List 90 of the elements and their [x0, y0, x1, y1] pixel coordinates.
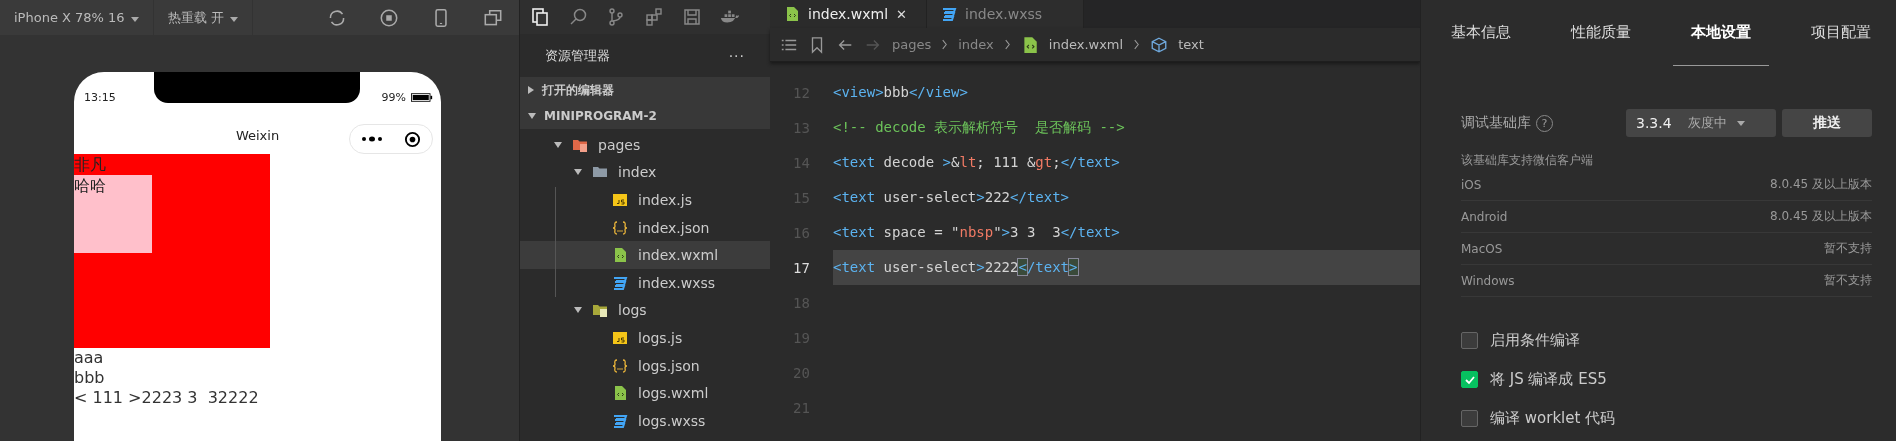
caret-icon — [574, 307, 582, 314]
more-icon[interactable] — [360, 135, 383, 143]
page-text: bbb — [74, 368, 106, 388]
section-header[interactable]: MINIPROGRAM-2 — [520, 103, 770, 129]
version-dropdown[interactable]: 3.3.4 灰度中 — [1626, 109, 1776, 137]
chevron-icon — [1133, 39, 1141, 50]
code-line: <view>bbb</view> — [833, 83, 969, 102]
tree-item[interactable]: index.json — [520, 213, 770, 242]
close-icon[interactable]: ✕ — [896, 6, 907, 22]
platform-name: Android — [1461, 209, 1508, 224]
platform-name: MacOS — [1461, 241, 1503, 256]
editor-tab[interactable]: index.wxss — [927, 0, 1084, 28]
caret-icon — [1736, 120, 1745, 126]
folder-icon — [592, 302, 608, 319]
caret-icon — [130, 17, 139, 22]
version-requirement: 暂不支持 — [1824, 272, 1872, 289]
page-text: < 111 >2223 3 32222 — [74, 388, 260, 408]
code-line: <text user-select>222</text> — [833, 188, 1071, 207]
code-file-icon — [612, 247, 628, 264]
caret-icon — [528, 113, 536, 119]
version-requirement: 8.0.45 及以上版本 — [1770, 176, 1872, 193]
tree-item[interactable]: index.wxml — [520, 241, 770, 269]
nav-title: Weixin — [235, 127, 280, 143]
battery-percent: 99% — [381, 90, 406, 104]
save-icon[interactable] — [682, 7, 702, 27]
js-file-icon — [612, 329, 628, 346]
platform-name: Windows — [1461, 273, 1515, 288]
push-button[interactable]: 推送 — [1782, 109, 1872, 137]
checkbox[interactable] — [1461, 371, 1478, 388]
caret-icon — [554, 141, 562, 148]
block-text: 非凡 — [74, 154, 107, 175]
section-header[interactable]: 打开的编辑器 — [520, 77, 770, 103]
code-file-icon — [784, 6, 800, 22]
version-requirement: 暂不支持 — [1824, 240, 1872, 257]
option-label: 启用条件编译 — [1490, 331, 1580, 350]
platform-name: iOS — [1461, 177, 1482, 192]
more-button[interactable]: ··· — [728, 47, 745, 64]
status-time: 13:15 — [84, 90, 116, 104]
tree-item[interactable]: logs — [520, 296, 770, 325]
css-file-icon — [941, 6, 957, 22]
css-file-icon — [612, 412, 628, 429]
option-label: 将 JS 编译成 ES5 — [1490, 370, 1607, 389]
library-label: 调试基础库 — [1461, 114, 1531, 132]
chevron-icon — [941, 39, 949, 50]
breadcrumb-item[interactable]: index.wxml — [1048, 37, 1124, 52]
page-text: aaa — [74, 348, 105, 368]
breadcrumb-item[interactable]: text — [1178, 37, 1204, 52]
breadcrumb-item[interactable]: index — [958, 37, 994, 52]
tree-item[interactable]: logs.js — [520, 324, 770, 352]
js-file-icon — [612, 192, 628, 208]
branch-icon[interactable] — [606, 7, 626, 27]
tree-item[interactable]: index.js — [520, 186, 770, 214]
breadcrumb-item[interactable]: pages — [892, 37, 932, 52]
settings-tab[interactable]: 本地设置 — [1673, 0, 1769, 66]
files-icon[interactable] — [530, 7, 550, 27]
code-line: <text decode >&lt; 111 &gt;</text> — [833, 153, 1121, 172]
tree-item[interactable]: pages — [520, 131, 770, 159]
braces-file-icon — [612, 219, 628, 236]
cube-icon — [1150, 35, 1169, 54]
extensions-icon[interactable] — [644, 7, 664, 27]
code-line: <!-- decode 表示解析符号 是否解码 --> — [833, 118, 1126, 137]
caret-icon — [574, 169, 582, 176]
code-file-icon — [612, 385, 628, 402]
device-dropdown[interactable]: iPhone X 78% 16 — [0, 0, 154, 35]
explorer-title: 资源管理器 — [545, 46, 610, 65]
settings-tab[interactable]: 性能质量 — [1553, 0, 1649, 66]
braces-file-icon — [612, 357, 628, 374]
line-number: 17 — [792, 259, 811, 276]
tree-item[interactable]: index — [520, 158, 770, 187]
tree-item[interactable]: index.wxss — [520, 268, 770, 297]
option-label: 编译 worklet 代码 — [1490, 409, 1616, 428]
checkbox[interactable] — [1461, 332, 1478, 349]
battery-icon — [411, 92, 433, 102]
block-text: 哈哈 — [74, 175, 107, 196]
hot-reload-dropdown[interactable]: 热重载 开 — [153, 0, 254, 35]
tree-item[interactable]: logs.json — [520, 351, 770, 380]
support-title: 该基础库支持微信客户端 — [1461, 152, 1594, 169]
code-line: <text space = "nbsp">3 3 3</text> — [833, 223, 1121, 242]
search-icon[interactable] — [568, 7, 588, 27]
css-file-icon — [612, 274, 628, 291]
tree-item[interactable]: logs.wxss — [520, 406, 770, 435]
chevron-icon — [1003, 39, 1011, 50]
tree-item[interactable]: logs.wxml — [520, 379, 770, 407]
caret-icon — [528, 86, 534, 94]
settings-tab[interactable]: 基本信息 — [1433, 0, 1529, 66]
checkbox[interactable] — [1461, 410, 1478, 427]
version-requirement: 8.0.45 及以上版本 — [1770, 208, 1872, 225]
settings-tab[interactable]: 项目配置 — [1793, 0, 1889, 66]
caret-icon — [230, 16, 239, 22]
editor-tab[interactable]: index.wxml ✕ — [770, 0, 927, 28]
